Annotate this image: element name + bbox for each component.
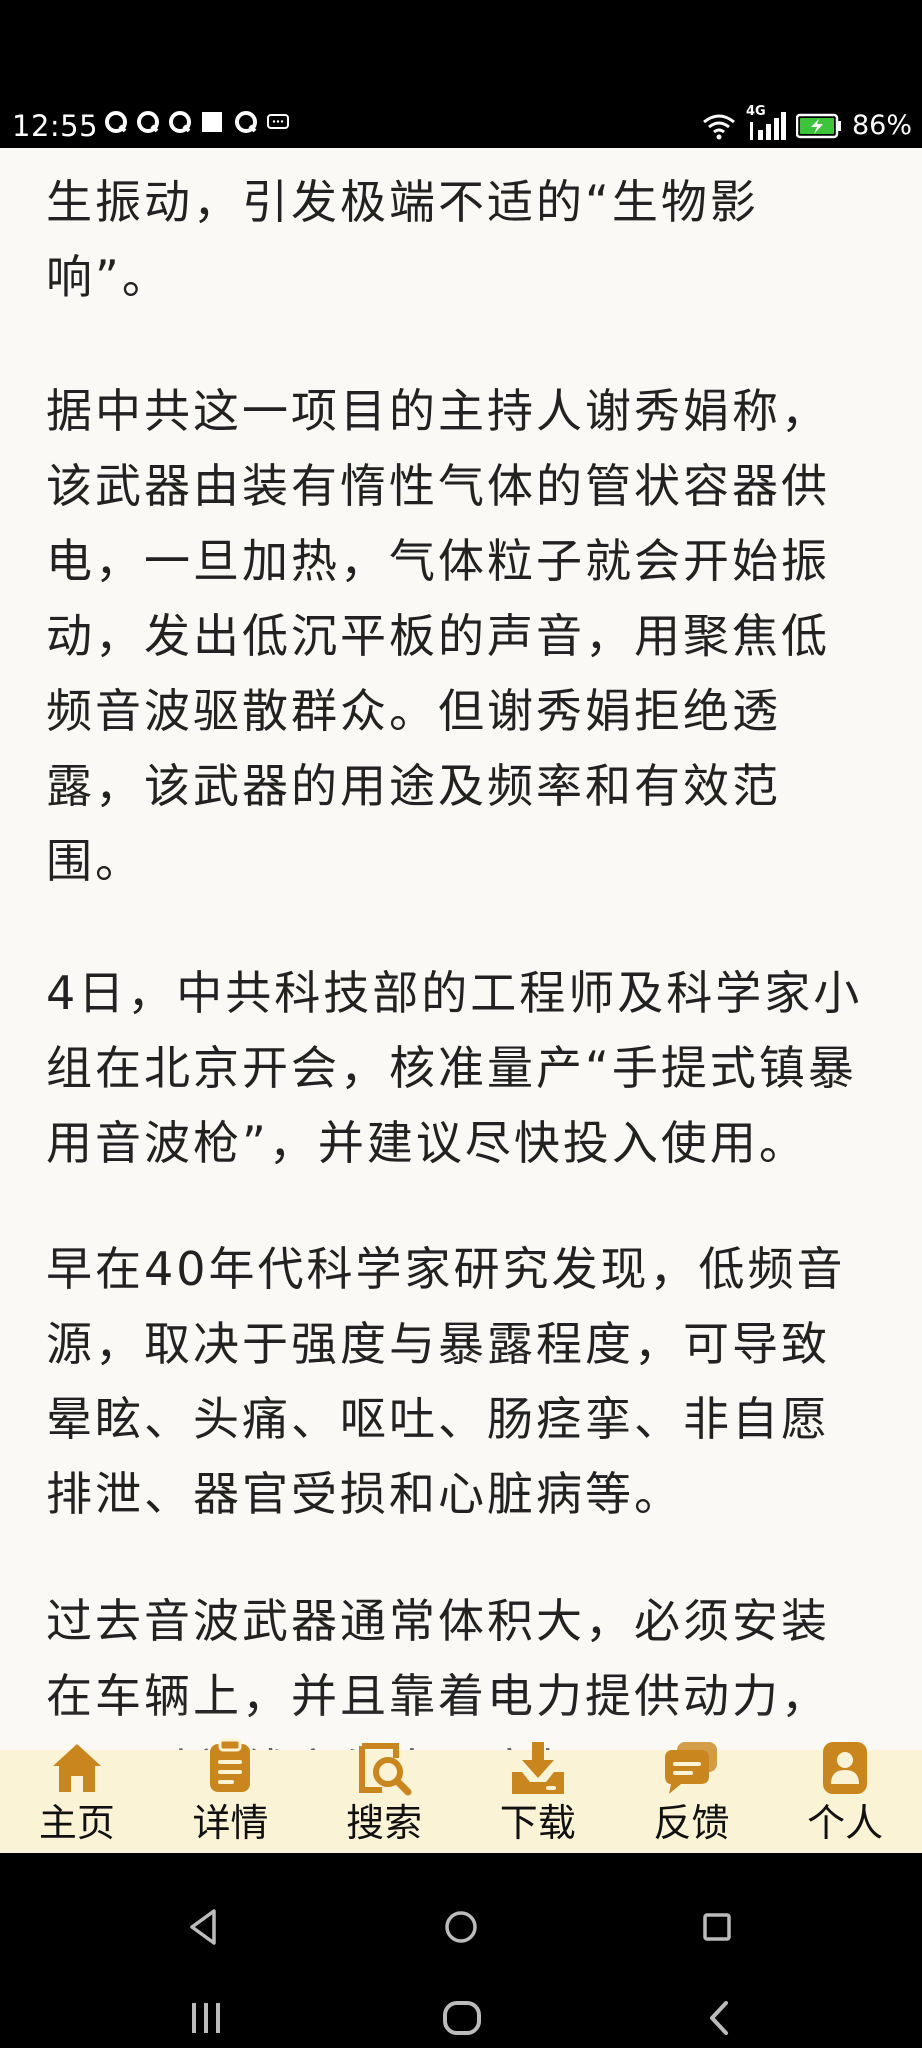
back-icon[interactable] [174,1897,234,1957]
text-line: 频音波驱散群众。但谢秀娟拒绝透 [46,684,781,738]
recent-apps-icon[interactable] [176,1991,236,2048]
nav-item-download[interactable]: 下载 [468,1742,608,1853]
notification-app-icon [105,111,127,133]
article-content[interactable]: 音，能在鼓膜、眼球、胃、肝和肠 生振动，引发极端不适的“生物影 响”。 据中共这… [0,148,922,1750]
text-line: 该武器由装有惰性气体的管状容器供 [46,459,830,513]
status-bar: 12:55 4G 86% [0,0,922,148]
nav-item-profile[interactable]: 个人 [775,1742,915,1853]
nav-item-search[interactable]: 搜索 [314,1743,454,1853]
article-paragraph: 早在40年代科学家研究发现，低频音 源，取决于强度与暴露程度，可导致 晕眩、头痛… [46,1232,846,1532]
text-line: 早在40年代科学家研究发现，低频音 [46,1242,846,1296]
details-icon [210,1738,251,1792]
text-line: 响”。 [46,250,171,304]
article-paragraph: 过去音波武器通常体积大，必须安装 在车辆上，并且靠着电力提供动力， 而现时单线产… [46,1584,830,1750]
text-line: 生振动，引发极端不适的“生物影 [46,175,759,229]
notification-square-icon [202,112,222,132]
phone-screen: 12:55 4G 86% 生振动，引发极端不适的“生物影 响”。 据中共这一项目… [0,0,922,2048]
profile-icon [823,1742,868,1794]
download-icon [511,1742,564,1794]
cellular-signal-icon: 4G [746,104,786,142]
nav-label: 反馈 [653,1801,730,1845]
text-line: 晕眩、头痛、呕吐、肠痉挛、非自愿 [46,1392,830,1446]
text-line: 4日，中共科技部的工程师及科学家小 [46,966,863,1020]
bottom-nav-bar: 主页 详情 搜索 下载 反馈 个人 [0,1738,922,1853]
text-line: 组在北京开会，核准量产“手提式镇暴 [46,1041,857,1095]
nav-label: 搜索 [346,1801,423,1845]
text-line: 围。 [46,834,144,888]
article-paragraph: 4日，中共科技部的工程师及科学家小 组在北京开会，核准量产“手提式镇暴 用音波枪… [46,956,862,1181]
notification-app-icon [235,111,257,133]
nav-item-feedback[interactable]: 反馈 [621,1742,761,1853]
text-line: 露，该武器的用途及频率和有效范 [46,759,781,813]
battery-percent: 86% [851,110,912,141]
text-line: 排泄、器官受损和心脏病等。 [46,1467,683,1521]
home-circle-icon[interactable] [431,1897,491,1957]
text-line: 源，取决于强度与暴露程度，可导致 [46,1317,830,1371]
text-line: 音，能在鼓膜、眼球、胃、肝和肠 [46,148,781,165]
status-time: 12:55 [12,109,99,143]
wifi-icon [703,114,735,140]
system-nav-bar [0,1853,922,2048]
feedback-icon [665,1742,718,1794]
back-chevron-icon[interactable] [690,1991,750,2048]
nav-label: 主页 [38,1801,115,1845]
home-icon [52,1744,101,1792]
status-right-cluster: 4G 86% [702,104,912,146]
text-line: 在车辆上，并且靠着电力提供动力， [46,1669,830,1723]
nav-item-home[interactable]: 主页 [7,1744,147,1853]
home-pill-icon[interactable] [433,1991,493,2048]
text-line: 动，发出低沉平板的声音，用聚焦低 [46,609,830,663]
battery-icon [795,113,841,139]
nav-label: 个人 [807,1801,884,1845]
notification-app-icon [169,111,191,133]
nav-label: 下载 [499,1801,576,1845]
nav-item-details[interactable]: 详情 [160,1738,300,1853]
search-icon [359,1743,412,1796]
text-line: 据中共这一项目的主持人谢秀娟称， [46,384,830,438]
text-line: 用音波枪”，并建议尽快投入使用。 [46,1116,808,1170]
recents-icon[interactable] [687,1897,747,1957]
article-paragraph: 据中共这一项目的主持人谢秀娟称， 该武器由装有惰性气体的管状容器供 电，一旦加热… [46,374,830,899]
text-line: 过去音波武器通常体积大，必须安装 [46,1594,830,1648]
notification-app-icon [137,111,159,133]
message-icon [267,114,289,129]
article-paragraph: 音，能在鼓膜、眼球、胃、肝和肠 生振动，引发极端不适的“生物影 响”。 [46,148,781,315]
text-line: 电，一旦加热，气体粒子就会开始振 [46,534,830,588]
nav-label: 详情 [192,1801,269,1845]
